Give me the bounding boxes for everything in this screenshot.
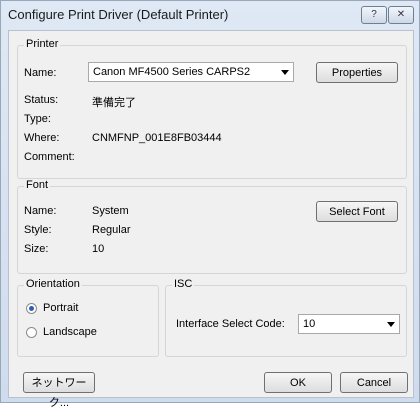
isc-group: ISC Interface Select Code: 10 bbox=[165, 278, 407, 357]
font-group: Font Name: System Style: Regular Size: 1… bbox=[17, 179, 407, 274]
interface-select-code-label: Interface Select Code: bbox=[176, 318, 285, 330]
printer-group-title: Printer bbox=[24, 38, 61, 50]
font-name-value: System bbox=[92, 205, 129, 217]
orientation-group: Orientation Portrait Landscape bbox=[17, 278, 159, 357]
portrait-label: Portrait bbox=[43, 302, 79, 314]
font-size-label: Size: bbox=[24, 243, 49, 255]
portrait-radio-option[interactable]: Portrait bbox=[26, 302, 146, 316]
printer-name-value: Canon MF4500 Series CARPS2 bbox=[93, 66, 251, 78]
help-icon: ? bbox=[371, 9, 377, 20]
landscape-label: Landscape bbox=[43, 326, 97, 338]
close-icon: ✕ bbox=[396, 9, 406, 20]
printer-comment-label: Comment: bbox=[24, 151, 75, 163]
printer-type-label: Type: bbox=[24, 113, 51, 125]
portrait-radio[interactable] bbox=[26, 303, 37, 314]
title-bar[interactable]: Configure Print Driver (Default Printer)… bbox=[1, 1, 419, 28]
orientation-group-title: Orientation bbox=[24, 278, 82, 290]
printer-status-value: 準備完了 bbox=[92, 97, 136, 109]
printer-where-label: Where: bbox=[24, 132, 60, 144]
printer-where-value: CNMFNP_001E8FB03444 bbox=[92, 132, 222, 144]
dialog-body: Printer Name: Canon MF4500 Series CARPS2… bbox=[8, 30, 414, 409]
font-style-value: Regular bbox=[92, 224, 131, 236]
chevron-down-icon bbox=[387, 322, 395, 327]
chevron-down-icon bbox=[281, 70, 289, 75]
landscape-radio-option[interactable]: Landscape bbox=[26, 326, 146, 340]
font-name-label: Name: bbox=[24, 205, 57, 217]
close-button[interactable]: ✕ bbox=[388, 6, 414, 24]
dialog-window: Configure Print Driver (Default Printer)… bbox=[0, 0, 420, 409]
help-button[interactable]: ? bbox=[361, 6, 387, 24]
printer-status-label: Status: bbox=[24, 94, 59, 106]
interface-select-code-select[interactable]: 10 bbox=[298, 314, 400, 334]
printer-name-label: Name: bbox=[24, 67, 57, 79]
network-button[interactable]: ネットワーク... bbox=[23, 372, 95, 409]
cancel-button[interactable]: Cancel bbox=[340, 372, 408, 393]
select-font-button[interactable]: Select Font bbox=[316, 201, 398, 222]
isc-group-title: ISC bbox=[172, 278, 195, 290]
ok-button[interactable]: OK bbox=[264, 372, 332, 393]
font-size-value: 10 bbox=[92, 243, 105, 255]
printer-name-select[interactable]: Canon MF4500 Series CARPS2 bbox=[88, 62, 294, 82]
window-title: Configure Print Driver (Default Printer) bbox=[8, 7, 229, 22]
interface-select-code-value: 10 bbox=[303, 318, 316, 330]
font-style-label: Style: bbox=[24, 224, 52, 236]
font-group-title: Font bbox=[24, 179, 51, 191]
printer-group: Printer Name: Canon MF4500 Series CARPS2… bbox=[17, 38, 407, 179]
properties-button[interactable]: Properties bbox=[316, 62, 398, 83]
landscape-radio[interactable] bbox=[26, 327, 37, 338]
